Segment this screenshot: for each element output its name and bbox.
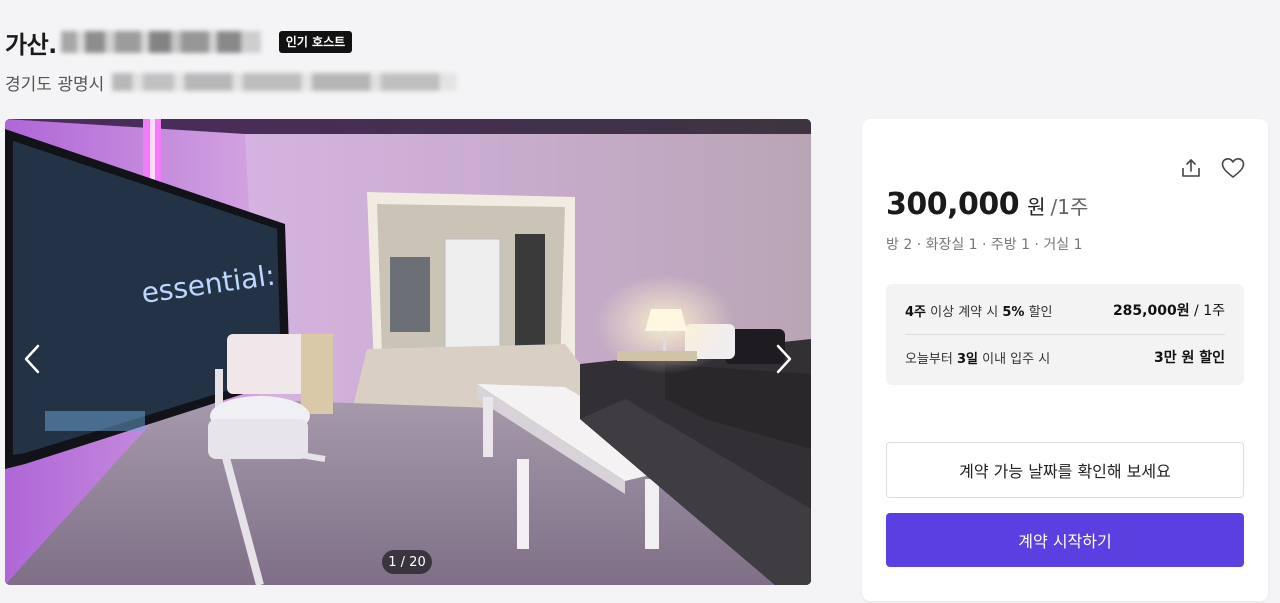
check-available-dates-button[interactable]: 계약 가능 날짜를 확인해 보세요	[886, 442, 1244, 498]
divider	[905, 334, 1225, 335]
room-summary: 방 2 · 화장실 1 · 주방 1 · 거실 1	[886, 237, 1083, 253]
blurred-title-text	[60, 31, 261, 53]
price-period: /1주	[1050, 195, 1089, 219]
discount-row-long-term: 4주 이상 계약 시 5% 할인 285,000원 / 1주	[905, 300, 1225, 320]
previous-photo-button[interactable]	[17, 339, 47, 379]
listing-address: 경기도 광명시	[5, 70, 458, 95]
share-icon	[1182, 159, 1200, 177]
room-photo: essential:	[5, 119, 811, 585]
price-amount: 300,000	[886, 187, 1020, 222]
share-button[interactable]	[1178, 155, 1204, 181]
booking-card: 300,000 원 /1주 방 2 · 화장실 1 · 주방 1 · 거실 1 …	[862, 119, 1268, 601]
popular-host-badge: 인기 호스트	[278, 31, 353, 53]
price-currency: 원	[1027, 195, 1046, 219]
photo-gallery[interactable]: essential: 1 / 20	[5, 119, 811, 585]
chevron-left-icon	[24, 344, 40, 374]
blurred-address-text	[112, 73, 458, 91]
discount-condition: 오늘부터 3일 이내 입주 시	[905, 351, 1051, 367]
price-row: 300,000 원 /1주	[886, 187, 1088, 222]
card-actions	[1178, 155, 1246, 181]
discount-value: 285,000원 / 1주	[1112, 303, 1225, 319]
discount-value: 3만 원 할인	[1153, 350, 1225, 366]
photo-counter: 1 / 20	[382, 550, 432, 574]
favorite-button[interactable]	[1220, 155, 1246, 181]
next-photo-button[interactable]	[769, 339, 799, 379]
discount-box: 4주 이상 계약 시 5% 할인 285,000원 / 1주 오늘부터 3일 이…	[886, 284, 1244, 385]
discount-row-move-in: 오늘부터 3일 이내 입주 시 3만 원 할인	[905, 347, 1225, 367]
listing-title-row: 가산. 인기 호스트	[5, 25, 353, 60]
address-text: 경기도 광명시	[5, 74, 105, 95]
discount-condition: 4주 이상 계약 시 5% 할인	[905, 304, 1053, 320]
heart-icon	[1221, 158, 1245, 178]
start-contract-button[interactable]: 계약 시작하기	[886, 513, 1244, 567]
listing-title: 가산.	[5, 25, 261, 60]
listing-title-text: 가산.	[5, 30, 57, 59]
chevron-right-icon	[776, 344, 792, 374]
